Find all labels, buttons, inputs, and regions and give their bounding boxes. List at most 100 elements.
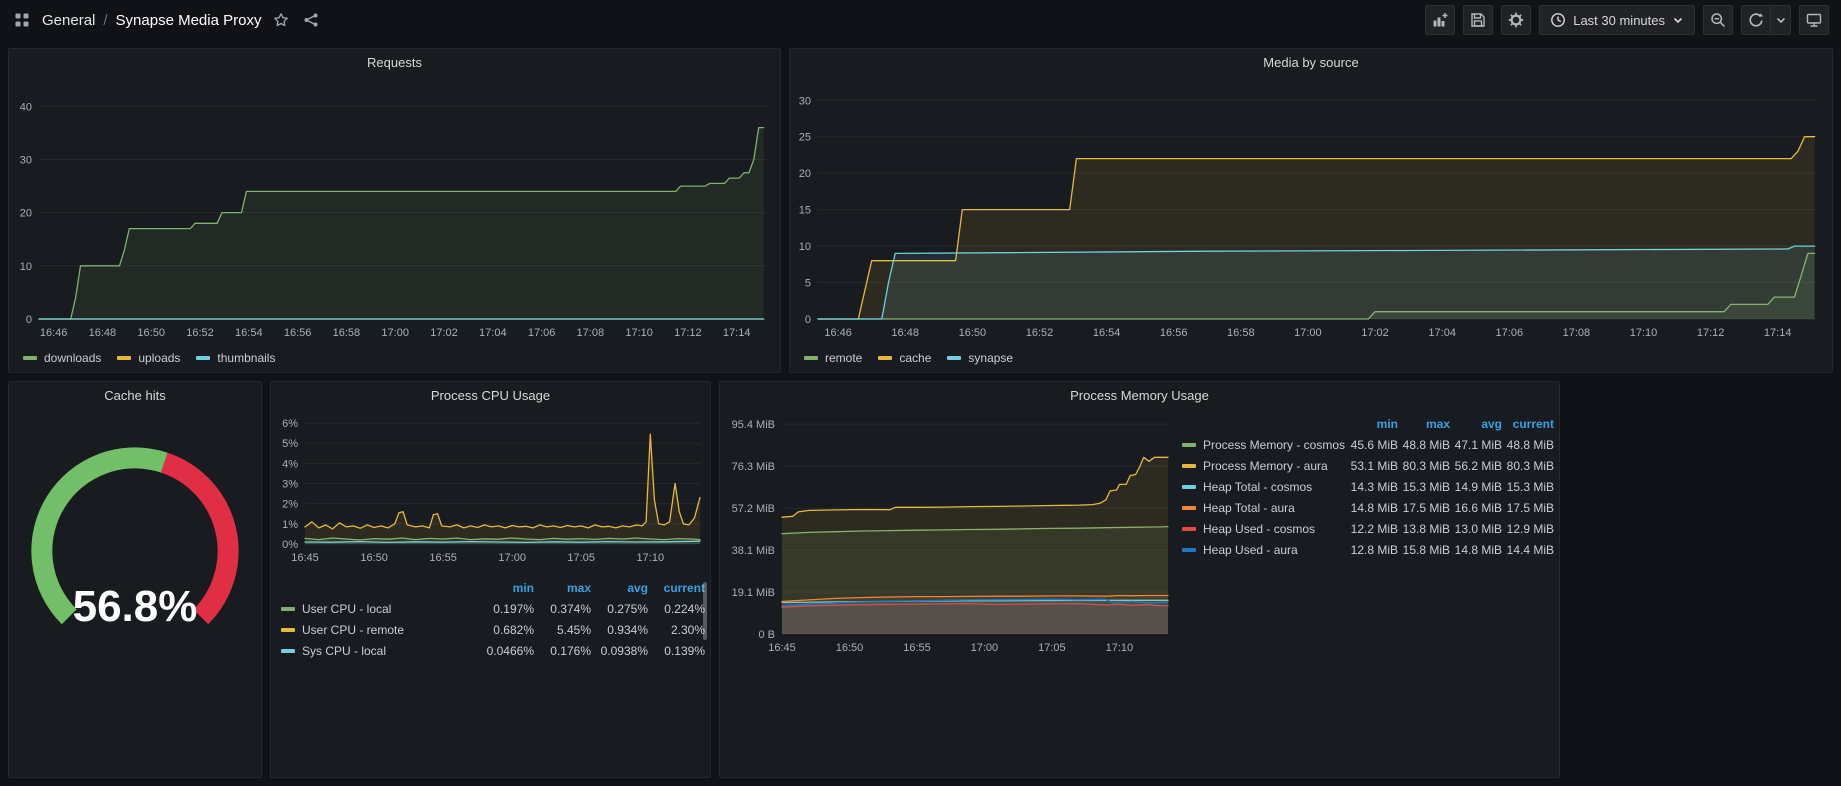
legend-column-max[interactable]: max: [534, 581, 591, 595]
legend-column-avg[interactable]: avg: [1450, 417, 1502, 431]
legend-value: 0.275%: [591, 602, 648, 616]
legend-series-label[interactable]: User CPU - local: [281, 602, 477, 616]
memory-legend-table: minmaxavgcurrent Process Memory - cosmos 4…: [1182, 414, 1554, 560]
svg-text:17:08: 17:08: [1563, 327, 1591, 339]
svg-text:10: 10: [799, 241, 811, 253]
svg-text:1%: 1%: [282, 519, 298, 531]
legend-series-label[interactable]: Heap Used - aura: [1182, 543, 1346, 557]
refresh-split-button: [1741, 5, 1791, 35]
legend-swatch: [1182, 506, 1196, 510]
legend-value: 0.176%: [534, 644, 591, 658]
dashboard-title[interactable]: Synapse Media Proxy: [116, 12, 262, 29]
svg-text:0 B: 0 B: [758, 629, 775, 641]
legend-value: 12.9 MiB: [1502, 522, 1554, 536]
breadcrumb-folder[interactable]: General: [42, 12, 95, 29]
legend-swatch: [281, 628, 295, 632]
svg-text:25: 25: [799, 132, 811, 144]
requests-legend: downloads uploads thumbnails: [23, 351, 275, 365]
svg-text:16:52: 16:52: [1026, 327, 1054, 339]
cycle-view-mode-button[interactable]: [1799, 5, 1829, 35]
memory-chart[interactable]: 0 B19.1 MiB38.1 MiB57.2 MiB76.3 MiB95.4 …: [726, 406, 1176, 658]
svg-text:17:14: 17:14: [723, 327, 751, 339]
legend-label-text: User CPU - local: [302, 602, 391, 616]
legend-column-min[interactable]: min: [477, 581, 534, 595]
panel-media-by-source: Media by source 05101520253016:4616:4816…: [789, 48, 1833, 373]
legend-item[interactable]: thumbnails: [196, 351, 275, 365]
svg-text:17:02: 17:02: [430, 327, 458, 339]
legend-value: 48.8 MiB: [1398, 438, 1450, 452]
legend-label-text: Heap Used - aura: [1203, 543, 1298, 557]
svg-text:4%: 4%: [282, 458, 298, 470]
legend-value: 13.8 MiB: [1398, 522, 1450, 536]
legend-column-current[interactable]: current: [648, 581, 705, 595]
legend-series-label[interactable]: Process Memory - aura: [1182, 459, 1346, 473]
legend-item[interactable]: cache: [878, 351, 931, 365]
legend-series-label[interactable]: User CPU - remote: [281, 623, 477, 637]
panel-requests: Requests 01020304016:4616:4816:5016:5216…: [8, 48, 781, 373]
zoom-out-button[interactable]: [1703, 5, 1733, 35]
legend-column-min[interactable]: min: [1346, 417, 1398, 431]
refresh-interval-dropdown[interactable]: [1771, 5, 1791, 35]
media-svg: 05101520253016:4616:4816:5016:5216:5416:…: [790, 79, 1832, 347]
add-panel-button[interactable]: [1425, 5, 1455, 35]
legend-value: 56.2 MiB: [1450, 459, 1502, 473]
requests-chart[interactable]: 01020304016:4616:4816:5016:5216:5416:561…: [9, 79, 780, 347]
legend-label: remote: [825, 351, 862, 365]
cpu-chart[interactable]: 0%1%2%3%4%5%6%16:4516:5016:5517:0017:051…: [271, 408, 710, 568]
svg-text:17:10: 17:10: [637, 552, 665, 564]
legend-value: 0.139%: [648, 644, 705, 658]
svg-text:76.3 MiB: 76.3 MiB: [732, 461, 775, 473]
svg-text:16:48: 16:48: [89, 327, 117, 339]
legend-item[interactable]: downloads: [23, 351, 101, 365]
dashboards-grid-icon[interactable]: [12, 12, 32, 28]
legend-column-avg[interactable]: avg: [591, 581, 648, 595]
legend-label-text: Heap Used - cosmos: [1203, 522, 1315, 536]
star-icon[interactable]: [271, 12, 291, 28]
svg-text:17:00: 17:00: [381, 327, 409, 339]
legend-item[interactable]: synapse: [947, 351, 1013, 365]
legend-value: 14.8 MiB: [1450, 543, 1502, 557]
cache-hits-gauge[interactable]: 56.8%: [9, 410, 261, 750]
legend-series-label[interactable]: Sys CPU - local: [281, 644, 477, 658]
svg-text:17:12: 17:12: [674, 327, 702, 339]
legend-value: 2.30%: [648, 623, 705, 637]
legend-label-text: Heap Total - aura: [1203, 501, 1295, 515]
legend-item[interactable]: uploads: [117, 351, 180, 365]
svg-text:17:10: 17:10: [1106, 642, 1134, 654]
legend-column-max[interactable]: max: [1398, 417, 1450, 431]
time-range-picker[interactable]: Last 30 minutes: [1539, 5, 1695, 35]
svg-text:38.1 MiB: 38.1 MiB: [732, 545, 775, 557]
legend-series-label[interactable]: Heap Used - cosmos: [1182, 522, 1346, 536]
media-chart[interactable]: 05101520253016:4616:4816:5016:5216:5416:…: [790, 79, 1832, 347]
legend-value: 15.3 MiB: [1398, 480, 1450, 494]
legend-series-label[interactable]: Heap Total - aura: [1182, 501, 1346, 515]
legend-series-label[interactable]: Process Memory - cosmos: [1182, 438, 1346, 452]
legend-series-label[interactable]: Heap Total - cosmos: [1182, 480, 1346, 494]
dashboard-settings-gear-icon[interactable]: [1501, 5, 1531, 35]
legend-label: thumbnails: [217, 351, 275, 365]
legend-swatch: [1182, 443, 1196, 447]
legend-value: 14.8 MiB: [1346, 501, 1398, 515]
svg-text:16:50: 16:50: [836, 642, 864, 654]
legend-value: 0.682%: [477, 623, 534, 637]
share-icon[interactable]: [301, 12, 321, 28]
panel-title[interactable]: Cache hits: [9, 382, 261, 410]
clock-icon: [1550, 12, 1566, 28]
svg-text:16:54: 16:54: [235, 327, 263, 339]
svg-text:16:50: 16:50: [959, 327, 987, 339]
legend-header-row: minmaxavgcurrent: [281, 578, 705, 598]
panel-title[interactable]: Requests: [9, 49, 780, 77]
save-dashboard-button[interactable]: [1463, 5, 1493, 35]
panel-title[interactable]: Media by source: [790, 49, 1832, 77]
refresh-button[interactable]: [1741, 5, 1771, 35]
legend-scrollbar[interactable]: [703, 582, 707, 640]
legend-swatch: [196, 356, 210, 360]
legend-item[interactable]: remote: [804, 351, 862, 365]
svg-text:19.1 MiB: 19.1 MiB: [732, 587, 775, 599]
requests-svg: 01020304016:4616:4816:5016:5216:5416:561…: [9, 79, 780, 347]
panel-title[interactable]: Process CPU Usage: [271, 382, 710, 410]
legend-label-text: User CPU - remote: [302, 623, 404, 637]
legend-value: 15.3 MiB: [1502, 480, 1554, 494]
cache_hits-svg: 56.8%: [9, 410, 261, 750]
legend-column-current[interactable]: current: [1502, 417, 1554, 431]
